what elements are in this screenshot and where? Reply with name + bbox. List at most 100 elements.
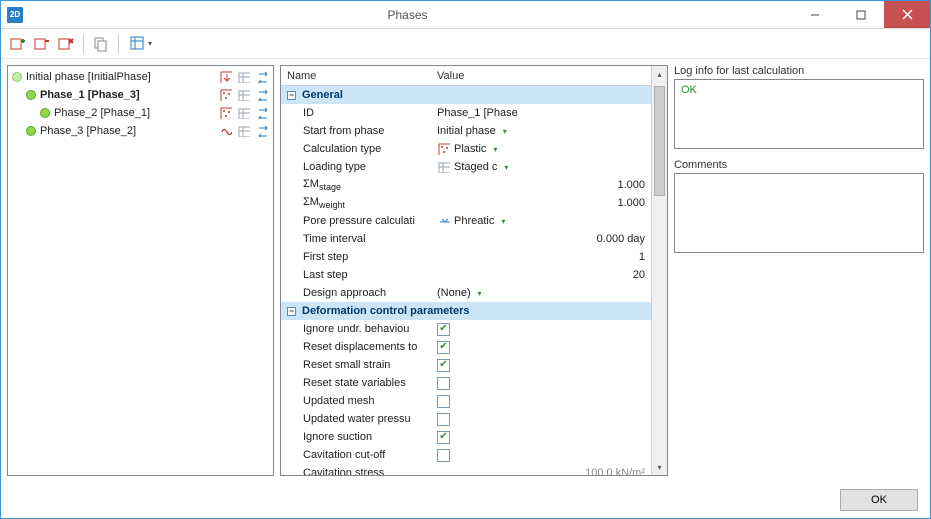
checkbox[interactable]	[437, 449, 450, 462]
delete-phase-button[interactable]	[55, 33, 77, 55]
table-icon	[237, 88, 251, 102]
checkbox[interactable]	[437, 323, 450, 336]
phase-list[interactable]: Initial phase [InitialPhase] Phase_1 [Pha…	[7, 65, 274, 476]
copy-button[interactable]	[90, 33, 112, 55]
phase-label: Phase_1 [Phase_3]	[40, 89, 215, 101]
scroll-down-icon[interactable]: ▾	[652, 459, 667, 475]
property-row[interactable]: Reset small strain	[281, 356, 651, 374]
window-title: Phases	[387, 8, 427, 22]
section-header[interactable]: −General	[281, 86, 651, 104]
property-value[interactable]: Phreatic ▾	[431, 214, 651, 228]
close-button[interactable]	[884, 1, 930, 28]
checkbox[interactable]	[437, 395, 450, 408]
section-header[interactable]: −Deformation control parameters	[281, 302, 651, 320]
property-value[interactable]	[431, 413, 651, 426]
dynamic-icon	[219, 124, 233, 138]
value-text: Initial phase	[437, 125, 496, 137]
property-value[interactable]: 1	[431, 251, 651, 263]
phase-row[interactable]: Phase_3 [Phase_2]	[8, 122, 273, 140]
ok-button[interactable]: OK	[840, 489, 918, 511]
property-row[interactable]: ΣMweight1.000	[281, 194, 651, 212]
property-name: ΣMstage	[303, 178, 431, 192]
property-value[interactable]: 100.0 kN/m²	[431, 467, 651, 475]
property-name: Time interval	[303, 233, 431, 245]
phases-window: 2D Phases	[0, 0, 931, 519]
scrollbar-thumb[interactable]	[654, 86, 665, 196]
collapse-icon[interactable]: −	[287, 307, 296, 316]
property-row[interactable]: ID Phase_1 [Phase	[281, 104, 651, 122]
log-box: OK	[674, 79, 924, 149]
chevron-down-icon[interactable]: ▾	[478, 289, 482, 298]
property-value[interactable]	[431, 377, 651, 390]
property-row[interactable]: Cavitation stress100.0 kN/m²	[281, 464, 651, 475]
minimize-button[interactable]	[792, 1, 838, 28]
property-row[interactable]: Reset displacements to	[281, 338, 651, 356]
phase-label: Phase_2 [Phase_1]	[54, 107, 215, 119]
property-value[interactable]: 1.000	[431, 179, 651, 191]
property-value[interactable]: 0.000 day	[431, 233, 651, 245]
add-phase-button[interactable]	[7, 33, 29, 55]
scroll-up-icon[interactable]: ▴	[652, 66, 667, 82]
comments-box[interactable]	[674, 173, 924, 253]
property-row[interactable]: Ignore undr. behaviou	[281, 320, 651, 338]
chevron-down-icon[interactable]: ▾	[493, 145, 497, 154]
property-value[interactable]	[431, 359, 651, 372]
property-row[interactable]: Design approach(None)▾	[281, 284, 651, 302]
property-value[interactable]: Plastic▾	[431, 142, 651, 156]
property-row[interactable]: Pore pressure calculati Phreatic ▾	[281, 212, 651, 230]
property-row[interactable]: Start from phaseInitial phase▾	[281, 122, 651, 140]
property-row[interactable]: Loading typeStaged c▾	[281, 158, 651, 176]
insert-phase-button[interactable]	[31, 33, 53, 55]
property-row[interactable]: Calculation typePlastic▾	[281, 140, 651, 158]
property-value[interactable]: 20	[431, 269, 651, 281]
column-value: Value	[431, 70, 651, 82]
property-value[interactable]: Phase_1 [Phase	[431, 107, 651, 119]
checkbox[interactable]	[437, 341, 450, 354]
maximize-button[interactable]	[838, 1, 884, 28]
property-name: ID	[303, 107, 431, 119]
property-name: Calculation type	[303, 143, 431, 155]
property-value[interactable]	[431, 431, 651, 444]
property-row[interactable]: Last step20	[281, 266, 651, 284]
property-row[interactable]: First step1	[281, 248, 651, 266]
property-value[interactable]: (None)▾	[431, 287, 651, 299]
chevron-down-icon[interactable]: ▾	[501, 217, 505, 226]
phase-row[interactable]: Initial phase [InitialPhase]	[8, 68, 273, 86]
property-row[interactable]: Ignore suction	[281, 428, 651, 446]
status-icon	[26, 90, 36, 100]
property-value[interactable]	[431, 323, 651, 336]
property-name: Pore pressure calculati	[303, 215, 431, 227]
checkbox[interactable]	[437, 377, 450, 390]
checkbox[interactable]	[437, 359, 450, 372]
property-row[interactable]: ΣMstage1.000	[281, 176, 651, 194]
app-icon: 2D	[7, 7, 23, 23]
property-value[interactable]: 1.000	[431, 197, 651, 209]
chevron-down-icon[interactable]: ▾	[503, 127, 507, 136]
property-value[interactable]	[431, 395, 651, 408]
value-text: Phreatic	[454, 215, 494, 227]
arrows-icon	[255, 88, 269, 102]
phase-row[interactable]: Phase_2 [Phase_1]	[8, 104, 273, 122]
checkbox[interactable]	[437, 413, 450, 426]
chevron-down-icon[interactable]: ▾	[504, 163, 508, 172]
checkbox[interactable]	[437, 431, 450, 444]
property-row[interactable]: Reset state variables	[281, 374, 651, 392]
property-value[interactable]	[431, 449, 651, 462]
collapse-icon[interactable]: −	[287, 91, 296, 100]
property-row[interactable]: Time interval0.000 day	[281, 230, 651, 248]
scrollbar[interactable]: ▴ ▾	[651, 66, 667, 475]
property-value[interactable]: Initial phase ▾	[431, 125, 651, 137]
value-text: Phase_1 [Phase	[437, 107, 518, 119]
view-mode-button[interactable]: ▾	[125, 33, 157, 55]
property-value[interactable]: Staged c▾	[431, 160, 651, 174]
toolbar-separator	[83, 34, 84, 54]
property-row[interactable]: Updated mesh	[281, 392, 651, 410]
property-name: Last step	[303, 269, 431, 281]
phase-row[interactable]: Phase_1 [Phase_3]	[8, 86, 273, 104]
property-value[interactable]	[431, 341, 651, 354]
phase-row-icons	[219, 124, 269, 138]
property-name: Updated mesh	[303, 395, 431, 407]
property-row[interactable]: Cavitation cut-off	[281, 446, 651, 464]
property-row[interactable]: Updated water pressu	[281, 410, 651, 428]
property-name: Ignore undr. behaviou	[303, 323, 431, 335]
